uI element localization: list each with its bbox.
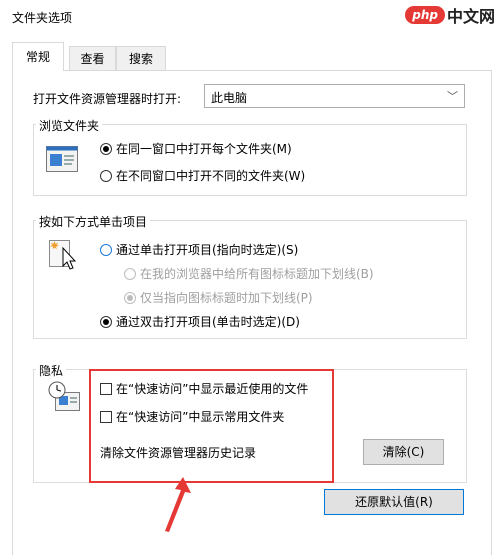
radio-dot (100, 169, 112, 182)
radio-new-window-label: 在不同窗口中打开不同的文件夹(W) (116, 169, 306, 183)
brand-badge: php (405, 6, 445, 24)
clear-history-button[interactable]: 清除(C) (363, 439, 444, 465)
window-icon (46, 146, 78, 175)
title-bar: 文件夹选项 php 中文网 (0, 0, 503, 34)
open-explorer-select[interactable]: 此电脑 ﹀ (204, 84, 465, 108)
radio-underline-all[interactable]: 在我的浏览器中给所有图标标题加下划线(B) (124, 265, 374, 282)
radio-dot (100, 243, 112, 256)
radio-underline-point[interactable]: 仅当指向图标标题时加下划线(P) (124, 289, 313, 306)
click-items-legend: 按如下方式单击项目 (36, 213, 151, 230)
radio-single-click-label: 通过单击打开项目(指向时选定)(S) (116, 243, 299, 257)
window-title: 文件夹选项 (12, 11, 73, 25)
radio-dot (124, 291, 136, 304)
radio-dot (100, 142, 112, 155)
radio-double-click[interactable]: 通过双击打开项目(单击时选定)(D) (100, 313, 300, 330)
open-explorer-value: 此电脑 (211, 91, 248, 105)
brand-text: 中文网 (446, 7, 495, 26)
radio-double-click-label: 通过双击打开项目(单击时选定)(D) (116, 315, 300, 329)
highlight-box (89, 369, 334, 483)
tab-bar: 常规 查看 搜索 (12, 42, 492, 71)
cursor-icon (49, 236, 79, 275)
chevron-down-icon: ﹀ (447, 90, 458, 103)
radio-same-window-label: 在同一窗口中打开每个文件夹(M) (116, 142, 292, 156)
restore-defaults-button[interactable]: 还原默认值(R) (324, 489, 464, 515)
tab-general[interactable]: 常规 (12, 42, 64, 71)
brand-logo: php 中文网 (405, 4, 495, 26)
radio-same-window[interactable]: 在同一窗口中打开每个文件夹(M) (100, 140, 292, 157)
radio-underline-point-label: 仅当指向图标标题时加下划线(P) (140, 291, 313, 305)
radio-dot (100, 315, 112, 328)
tab-search[interactable]: 搜索 (116, 46, 166, 71)
arrow-annotation-icon (155, 475, 195, 538)
radio-dot (124, 267, 136, 280)
tab-view[interactable]: 查看 (69, 46, 116, 71)
radio-single-click[interactable]: 通过单击打开项目(指向时选定)(S) (100, 241, 298, 258)
open-explorer-label: 打开文件资源管理器时打开: (33, 92, 182, 106)
radio-new-window[interactable]: 在不同窗口中打开不同的文件夹(W) (100, 167, 305, 184)
privacy-legend: 隐私 (36, 362, 67, 379)
history-clock-icon (47, 380, 81, 417)
browse-folders-group (33, 124, 467, 196)
radio-underline-all-label: 在我的浏览器中给所有图标标题加下划线(B) (140, 267, 374, 281)
browse-folders-legend: 浏览文件夹 (36, 117, 103, 134)
